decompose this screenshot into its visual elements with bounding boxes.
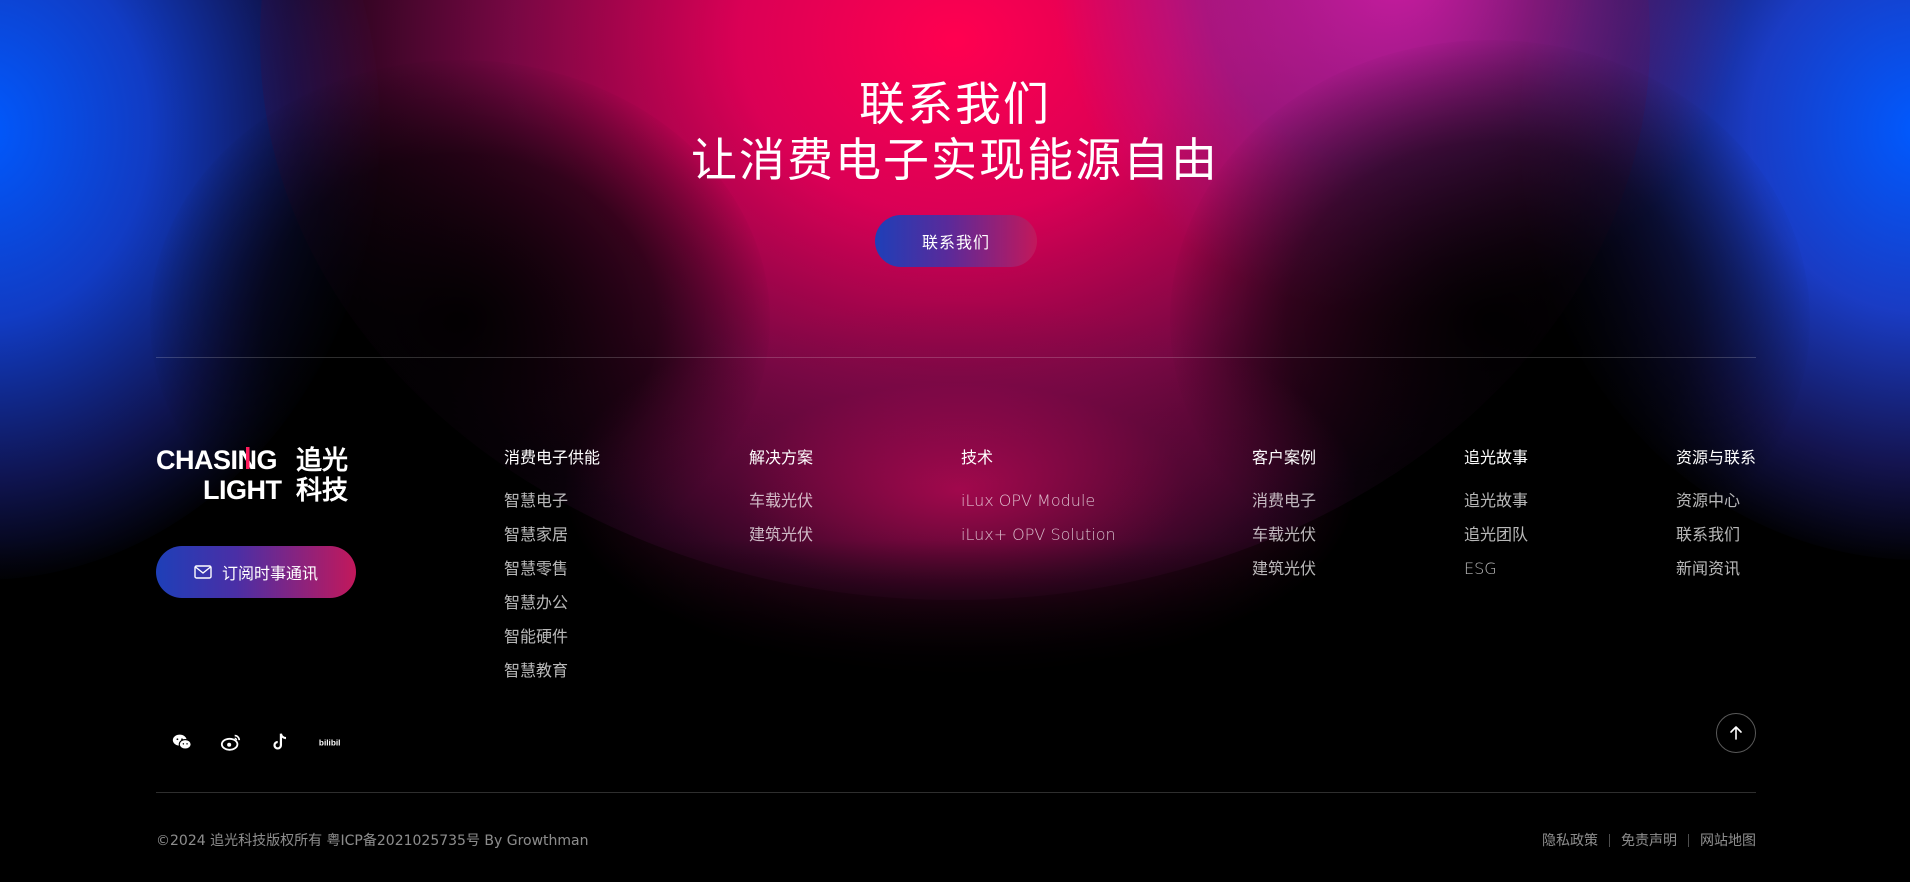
- nav-link[interactable]: 智慧电子: [504, 491, 600, 511]
- nav-link[interactable]: 消费电子: [1252, 491, 1316, 511]
- nav-col-resources: 资源与联系资源中心联系我们新闻资讯: [1676, 444, 1756, 593]
- nav-col-technology: 技术 iLux OPV Module iLux+ OPV Solution: [961, 444, 1116, 559]
- subscribe-label: 订阅时事通讯: [221, 564, 318, 583]
- divider: [156, 792, 1756, 793]
- separator: [1609, 833, 1610, 847]
- wechat-icon[interactable]: [170, 730, 194, 754]
- privacy-policy-link[interactable]: 隐私政策: [1542, 830, 1598, 850]
- logo-mark: CHASING LIGHT 追光 科技: [156, 445, 348, 506]
- hero-subtitle: 让消费电子实现能源自由: [691, 133, 1219, 187]
- nav-link[interactable]: 智慧家居: [504, 525, 600, 545]
- legal-links: 隐私政策 免责声明 网站地图: [1542, 830, 1756, 850]
- logo-text-cn1: 追光: [296, 445, 348, 476]
- nav-col-story: 追光故事 追光故事 追光团队 ESG: [1464, 444, 1528, 593]
- bilibili-icon[interactable]: bilibili: [317, 730, 341, 754]
- logo-text-cn2: 科技: [296, 476, 348, 502]
- divider: [156, 357, 1756, 358]
- chasing-light-logo[interactable]: CHASING LIGHT 追光 科技: [156, 444, 356, 506]
- social-links: bilibili: [170, 730, 341, 754]
- nav-heading[interactable]: 消费电子供能: [504, 444, 600, 468]
- arrow-up-icon: [1730, 726, 1742, 740]
- separator: [1688, 833, 1689, 847]
- nav-link[interactable]: 智慧办公: [504, 593, 600, 613]
- mail-icon: [194, 565, 212, 579]
- nav-heading[interactable]: 资源与联系: [1676, 444, 1756, 468]
- nav-link[interactable]: iLux+ OPV Solution: [961, 525, 1116, 545]
- nav-link[interactable]: 资源中心: [1676, 491, 1756, 511]
- nav-link[interactable]: 车载光伏: [749, 491, 813, 511]
- disclaimer-link[interactable]: 免责声明: [1621, 830, 1677, 850]
- nav-col-solutions: 解决方案车载光伏建筑光伏: [749, 444, 813, 559]
- nav-link[interactable]: ESG: [1464, 559, 1528, 579]
- nav-heading[interactable]: 技术: [961, 444, 1116, 468]
- nav-heading[interactable]: 客户案例: [1252, 444, 1316, 468]
- subscribe-newsletter-button[interactable]: 订阅时事通讯: [156, 546, 356, 598]
- nav-link[interactable]: 追光故事: [1464, 491, 1528, 511]
- sitemap-link[interactable]: 网站地图: [1700, 830, 1756, 850]
- contact-hero: 联系我们 让消费电子实现能源自由: [0, 76, 1910, 188]
- copyright-text: ©2024 追光科技版权所有 粤ICP备2021025735号 By Growt…: [156, 833, 589, 849]
- douyin-icon[interactable]: [268, 730, 292, 754]
- nav-col-cases: 客户案例消费电子车载光伏建筑光伏: [1252, 444, 1316, 593]
- logo-text-light: LIGHT: [203, 475, 282, 502]
- nav-link[interactable]: iLux OPV Module: [961, 491, 1116, 511]
- nav-link[interactable]: 建筑光伏: [1252, 559, 1316, 579]
- hero-title: 联系我们: [859, 77, 1051, 131]
- nav-link[interactable]: 车载光伏: [1252, 525, 1316, 545]
- nav-link[interactable]: 追光团队: [1464, 525, 1528, 545]
- nav-link[interactable]: 新闻资讯: [1676, 559, 1756, 579]
- nav-heading[interactable]: 解决方案: [749, 444, 813, 468]
- nav-link[interactable]: 联系我们: [1676, 525, 1756, 545]
- nav-col-consumer-power: 消费电子供能智慧电子智慧家居智慧零售智慧办公智能硬件智慧教育: [504, 444, 600, 695]
- svg-text:bilibili: bilibili: [319, 739, 340, 748]
- back-to-top-button[interactable]: [1716, 713, 1756, 753]
- nav-link[interactable]: 智慧零售: [504, 559, 600, 579]
- contact-us-button[interactable]: 联系我们: [875, 215, 1037, 267]
- nav-heading[interactable]: 追光故事: [1464, 444, 1528, 468]
- nav-link[interactable]: 建筑光伏: [749, 525, 813, 545]
- logo-accent-bar: [246, 447, 250, 469]
- nav-link[interactable]: 智慧教育: [504, 661, 600, 681]
- nav-link[interactable]: 智能硬件: [504, 627, 600, 647]
- weibo-icon[interactable]: [219, 730, 243, 754]
- logo-text-chasing: CHASING: [156, 445, 277, 475]
